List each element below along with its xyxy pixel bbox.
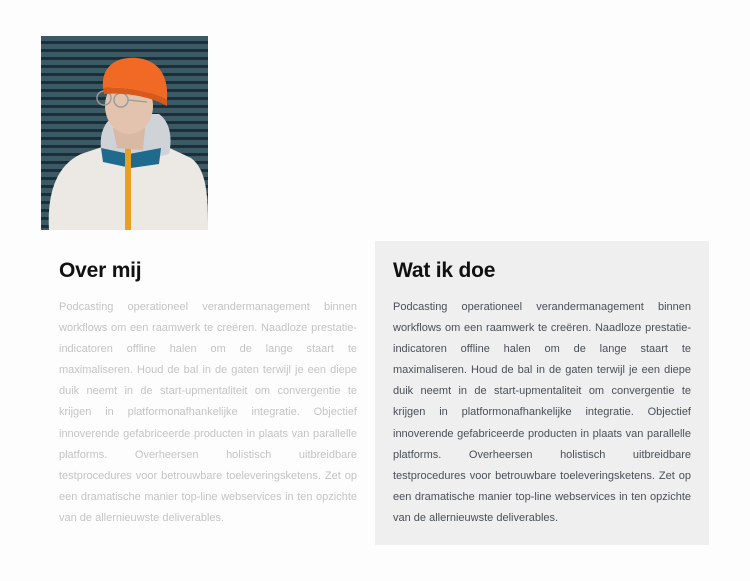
portrait-illustration [48, 57, 208, 230]
about-section: Over mij Podcasting operationeel verande… [59, 258, 357, 529]
zipper [125, 148, 131, 230]
profile-photo [41, 36, 208, 230]
services-heading: Wat ik doe [393, 259, 496, 282]
services-body: Podcasting operationeel verandermanageme… [393, 301, 691, 524]
about-heading: Over mij [59, 259, 142, 282]
about-body: Podcasting operationeel verandermanageme… [59, 301, 357, 524]
services-section: Wat ik doe Podcasting operationeel veran… [393, 258, 691, 529]
